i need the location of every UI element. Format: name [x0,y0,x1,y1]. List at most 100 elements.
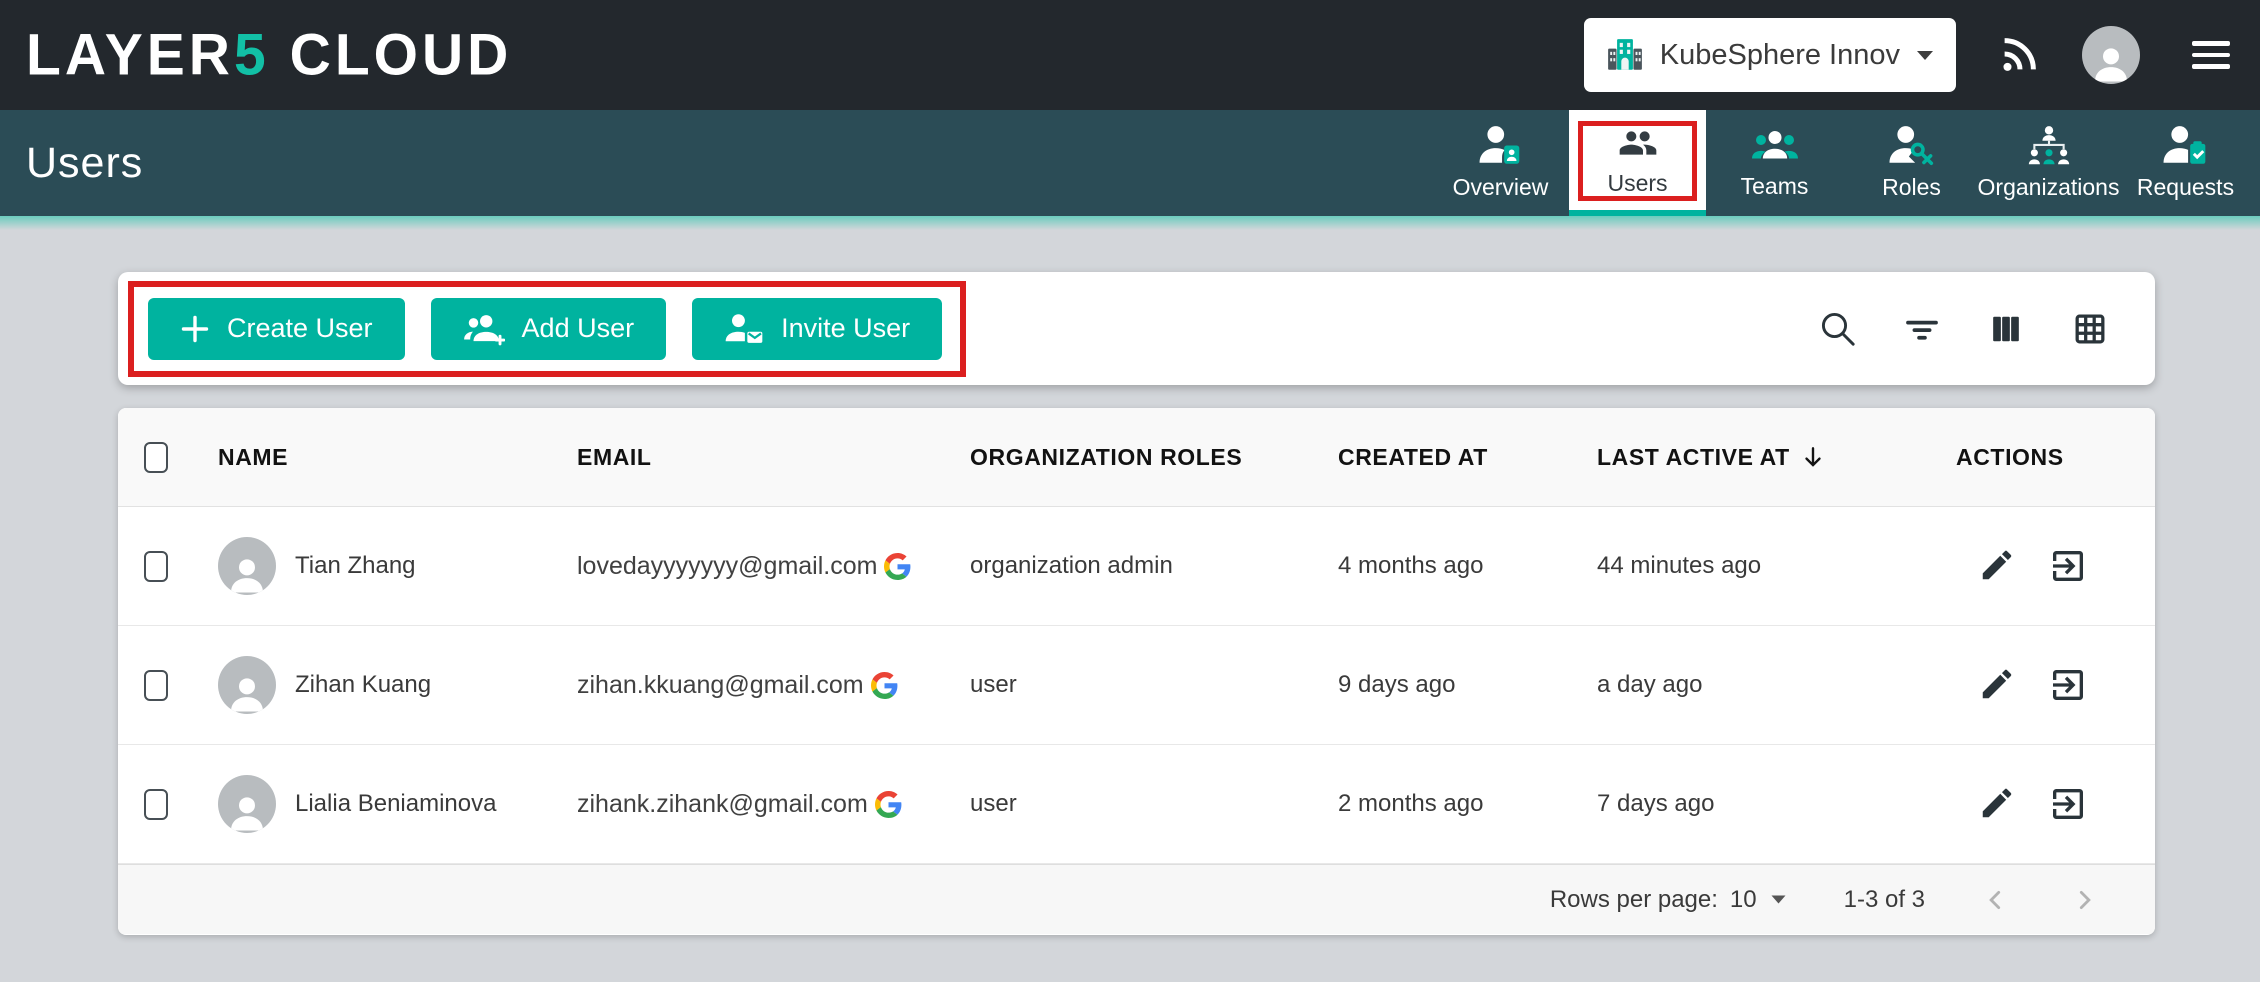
edit-user-icon[interactable] [1978,784,2016,824]
remove-user-icon[interactable] [2048,784,2088,824]
tab-organizations[interactable]: Organizations [1980,110,2117,216]
tab-label: Requests [2137,174,2234,201]
user-org-roles: user [970,790,1338,818]
user-last-active-at: a day ago [1597,671,1956,699]
plus-icon [180,314,210,344]
user-email: lovedayyyyyyy@gmail.com [577,552,877,581]
pagination-range: 1-3 of 3 [1844,886,1925,914]
sort-descending-arrow-icon [1800,444,1826,470]
row-avatar [218,537,276,595]
column-header-last-active-at[interactable]: LAST ACTIVE AT [1597,444,1956,471]
logo-five-text: 5 [234,21,270,88]
person-key-icon [1889,125,1935,167]
user-name: Lialia Beniaminova [295,790,496,818]
invite-user-button[interactable]: Invite User [692,298,942,360]
building-icon [1606,36,1644,74]
user-org-roles: user [970,671,1338,699]
table-header-row: NAME EMAIL ORGANIZATION ROLES CREATED AT… [118,408,2155,507]
people-icon [1612,123,1664,163]
column-header-organization-roles[interactable]: ORGANIZATION ROLES [970,444,1338,471]
rows-per-page-label: Rows per page: [1550,886,1718,914]
tab-requests[interactable]: Requests [2117,110,2254,216]
google-provider-icon [875,791,902,818]
table-row[interactable]: Tian Zhang lovedayyyyyyy@gmail.com organ… [118,507,2155,626]
google-provider-icon [871,672,898,699]
organization-switcher[interactable]: KubeSphere Innov [1584,18,1956,92]
tab-label: Overview [1453,174,1549,201]
user-created-at: 9 days ago [1338,671,1597,699]
select-all-checkbox[interactable] [144,442,168,473]
column-header-name[interactable]: NAME [194,444,577,471]
tab-label: Roles [1882,174,1941,201]
edit-user-icon[interactable] [1978,546,2016,586]
user-created-at: 4 months ago [1338,552,1597,580]
filter-icon[interactable] [1901,308,1943,350]
table-view-controls [1817,308,2111,350]
tab-teams[interactable]: Teams [1706,110,1843,216]
person-invite-icon [724,312,764,346]
row-checkbox[interactable] [144,789,168,820]
rows-per-page-select[interactable]: 10 [1730,886,1786,914]
users-table: NAME EMAIL ORGANIZATION ROLES CREATED AT… [118,408,2155,935]
table-row[interactable]: Zihan Kuang zihan.kkuang@gmail.com user … [118,626,2155,745]
button-label: Create User [227,313,373,344]
row-avatar [218,775,276,833]
edit-user-icon[interactable] [1978,665,2016,705]
hamburger-menu-icon[interactable] [2192,41,2230,69]
add-user-button[interactable]: Add User [431,298,667,360]
row-checkbox[interactable] [144,551,168,582]
layer5-cloud-logo[interactable]: LAYER5 CLOUD [26,21,512,88]
search-icon[interactable] [1817,308,1859,350]
user-last-active-at: 44 minutes ago [1597,552,1956,580]
column-header-created-at[interactable]: CREATED AT [1338,444,1597,471]
google-provider-icon [884,553,911,580]
user-name: Zihan Kuang [295,671,431,699]
chevron-down-icon [1771,895,1786,904]
users-toolbar: Create User Add User [118,272,2155,385]
column-header-email[interactable]: EMAIL [577,444,970,471]
logo-cloud-text: CLOUD [290,21,513,88]
row-avatar [218,656,276,714]
organization-name: KubeSphere Innov [1660,39,1900,72]
columns-view-icon[interactable] [1985,308,2027,350]
previous-page-icon[interactable] [1983,887,2009,913]
person-badge-icon [1478,125,1524,167]
users-navbar: Users Overview Users [0,110,2260,216]
tab-label: Teams [1741,173,1809,200]
button-label: Add User [522,313,635,344]
rows-per-page-value: 10 [1730,886,1757,914]
user-name: Tian Zhang [295,552,416,580]
person-add-icon [463,312,505,346]
next-page-icon[interactable] [2071,887,2097,913]
table-row[interactable]: Lialia Beniaminova zihank.zihank@gmail.c… [118,745,2155,864]
page-title: Users [26,139,143,188]
user-email: zihank.zihank@gmail.com [577,790,868,819]
button-label: Invite User [781,313,910,344]
tab-label: Organizations [1978,174,2120,201]
top-bar: LAYER5 CLOUD KubeSphere Innov [0,0,2260,110]
remove-user-icon[interactable] [2048,546,2088,586]
chevron-down-icon [1916,50,1934,61]
user-org-roles: organization admin [970,552,1338,580]
tab-overview[interactable]: Overview [1432,110,1569,216]
user-email: zihan.kkuang@gmail.com [577,671,864,700]
table-pagination-footer: Rows per page: 10 1-3 of 3 [118,864,2155,934]
user-avatar[interactable] [2082,26,2140,84]
user-created-at: 2 months ago [1338,790,1597,818]
user-last-active-at: 7 days ago [1597,790,1956,818]
tab-label: Users [1607,170,1667,197]
annotation-box-user-buttons: Create User Add User [128,281,966,377]
navbar-gradient-divider [0,216,2260,230]
tab-roles[interactable]: Roles [1843,110,1980,216]
tab-users[interactable]: Users [1569,110,1706,216]
create-user-button[interactable]: Create User [148,298,405,360]
rss-icon[interactable] [1996,32,2042,78]
org-chart-icon [2026,125,2072,167]
grid-view-icon[interactable] [2069,308,2111,350]
remove-user-icon[interactable] [2048,665,2088,705]
column-header-actions: ACTIONS [1956,444,2155,471]
nav-items: Overview Users [1432,110,2260,216]
group-icon [1749,126,1801,166]
row-checkbox[interactable] [144,670,168,701]
logo-layer-text: LAYER [26,21,234,88]
